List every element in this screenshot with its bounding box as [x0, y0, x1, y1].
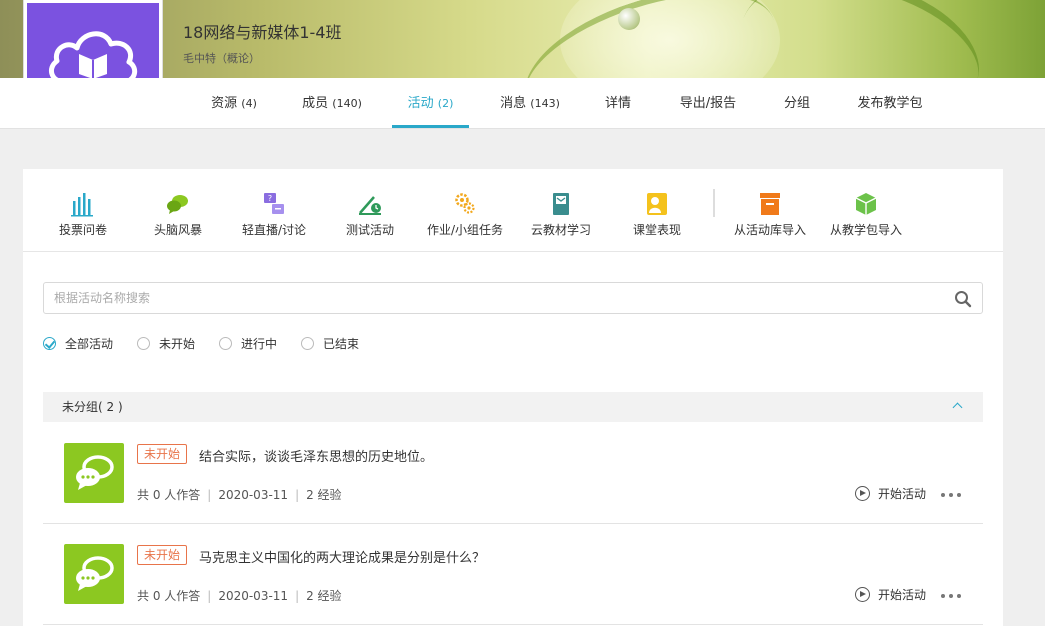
group-header-ungrouped[interactable]: 未分组( 2 ): [43, 392, 983, 422]
more-options-icon[interactable]: [941, 493, 961, 497]
start-activity-button[interactable]: 开始活动: [854, 586, 926, 603]
tool-label: 投票问卷: [58, 223, 107, 237]
gears-icon: [455, 193, 475, 214]
activity-meta: 共 0 人作答 | 2020-03-11 | 2 经验: [137, 488, 342, 502]
package-icon: [855, 193, 877, 215]
activity-title[interactable]: 结合实际，谈谈毛泽东思想的历史地位。: [199, 446, 433, 465]
tool-homework-group-task[interactable]: 作业/小组任务: [417, 191, 513, 238]
radio-icon: [137, 337, 150, 350]
tab-resources[interactable]: 资源 (4): [198, 78, 270, 128]
tab-export-report[interactable]: 导出/报告: [668, 78, 748, 128]
group-label: 未分组( 2 ): [62, 400, 123, 414]
tab-bar: 资源 (4) 成员 (140) 活动 (2) 消息 (143) 详情 导出/报告…: [0, 78, 1045, 129]
filter-label: 全部活动: [65, 337, 114, 351]
activities-panel: 投票问卷 头脑风暴 ? 轻直播/讨论 测试活动 作业/小组任务 云教材学习 课堂…: [23, 169, 1003, 626]
svg-text:?: ?: [268, 194, 272, 203]
activity-title[interactable]: 马克思主义中国化的两大理论成果是分别是什么？: [199, 547, 485, 566]
tool-label: 测试活动: [345, 223, 394, 237]
live-discussion-icon: ?: [264, 193, 284, 214]
tab-members[interactable]: 成员 (140): [290, 78, 374, 128]
activity-date: 2020-03-11: [218, 589, 289, 603]
tab-activities[interactable]: 活动 (2): [392, 78, 469, 128]
archive-icon: [760, 193, 780, 215]
chevron-up-icon[interactable]: [952, 402, 963, 413]
test-icon: [359, 196, 381, 215]
activity-toolbar: 投票问卷 头脑风暴 ? 轻直播/讨论 测试活动 作业/小组任务 云教材学习 课堂…: [23, 169, 1003, 252]
tool-label: 云教材学习: [530, 223, 591, 237]
tool-label: 作业/小组任务: [426, 223, 504, 237]
activity-item[interactable]: 未开始 马克思主义中国化的两大理论成果是分别是什么？ 共 0 人作答 | 2020-…: [43, 524, 983, 625]
chat-bubbles-icon: [76, 556, 114, 591]
tab-publish-package[interactable]: 发布教学包: [846, 78, 934, 128]
play-icon: [854, 486, 870, 501]
filter-label: 未开始: [159, 337, 196, 351]
tool-label: 头脑风暴: [153, 223, 202, 237]
tool-class-performance[interactable]: 课堂表现: [609, 191, 705, 238]
tab-messages[interactable]: 消息 (143): [488, 78, 572, 128]
filter-all[interactable]: 全部活动: [43, 335, 113, 352]
activity-meta: 共 0 人作答 | 2020-03-11 | 2 经验: [137, 589, 342, 603]
filter-label: 已结束: [323, 337, 360, 351]
filter-in-progress[interactable]: 进行中: [219, 335, 277, 352]
tool-label: 从活动库导入: [733, 223, 806, 237]
activity-type-icon: [64, 544, 124, 604]
toolbar-divider: [713, 189, 715, 217]
activity-date: 2020-03-11: [218, 488, 289, 502]
tool-label: 轻直播/讨论: [241, 223, 307, 237]
activity-exp: 2 经验: [306, 589, 342, 603]
search-icon[interactable]: [954, 290, 972, 308]
tool-label: 课堂表现: [632, 223, 681, 237]
radio-icon: [301, 337, 314, 350]
bar-chart-icon: [71, 193, 93, 217]
search-input[interactable]: [44, 283, 924, 313]
more-options-icon[interactable]: [941, 594, 961, 598]
radio-icon: [219, 337, 232, 350]
activity-search: [43, 282, 983, 314]
person-icon: [647, 193, 667, 215]
activity-type-icon: [64, 443, 124, 503]
tab-groups[interactable]: 分组: [774, 78, 820, 128]
chat-bubbles-icon: [167, 195, 188, 214]
status-badge: 未开始: [137, 545, 188, 565]
start-activity-label: 开始活动: [877, 487, 926, 501]
tool-live-discussion[interactable]: ? 轻直播/讨论: [226, 191, 322, 238]
participant-count: 共 0 人作答: [137, 488, 201, 502]
course-title: 18网络与新媒体1-4班: [183, 23, 342, 42]
filter-label: 进行中: [241, 337, 278, 351]
start-activity-button[interactable]: 开始活动: [854, 485, 926, 502]
tool-label: 从教学包导入: [829, 223, 902, 237]
filter-not-started[interactable]: 未开始: [137, 335, 195, 352]
tool-import-activity-library[interactable]: 从活动库导入: [722, 191, 818, 238]
tool-import-teaching-package[interactable]: 从教学包导入: [818, 191, 914, 238]
tab-details[interactable]: 详情: [595, 78, 641, 128]
filter-ended[interactable]: 已结束: [301, 335, 359, 352]
tool-test[interactable]: 测试活动: [322, 191, 418, 238]
tool-cloud-textbook[interactable]: 云教材学习: [513, 191, 609, 238]
start-activity-label: 开始活动: [877, 588, 926, 602]
tool-vote-survey[interactable]: 投票问卷: [35, 191, 131, 238]
status-badge: 未开始: [137, 444, 188, 464]
chat-bubbles-icon: [76, 455, 114, 490]
play-icon: [854, 587, 870, 602]
activity-item[interactable]: 未开始 结合实际，谈谈毛泽东思想的历史地位。 共 0 人作答 | 2020-03-1…: [43, 423, 983, 524]
radio-checked-icon: [43, 337, 56, 350]
course-teacher: 毛中特（概论）: [183, 52, 260, 65]
activity-exp: 2 经验: [306, 488, 342, 502]
participant-count: 共 0 人作答: [137, 589, 201, 603]
tool-brainstorm[interactable]: 头脑风暴: [130, 191, 226, 238]
book-icon: [553, 193, 569, 215]
